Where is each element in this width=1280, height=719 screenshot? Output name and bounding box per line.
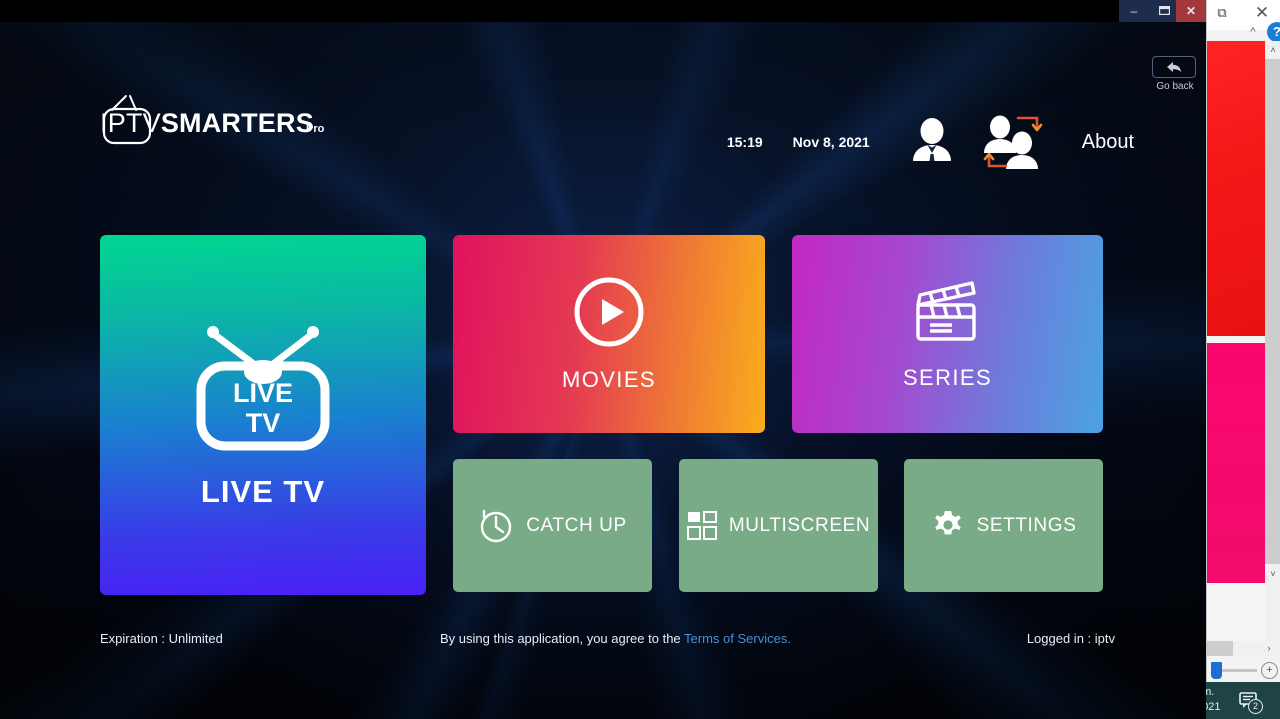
tile-movies[interactable]: MOVIES [453, 235, 765, 433]
user-avatar-icon[interactable] [906, 116, 958, 168]
switch-user-icon[interactable] [980, 114, 1044, 170]
background-window[interactable]: ⧉ ✕ ^ ? ˄ ˅ › + [1206, 0, 1280, 682]
tile-series[interactable]: SERIES [792, 235, 1103, 433]
tile-multiscreen[interactable]: MULTISCREEN [679, 459, 878, 592]
logo-text-part1: IPTV [100, 108, 161, 138]
tile-live-tv[interactable]: LIVE TV LIVE TV [100, 235, 426, 595]
tile-settings[interactable]: SETTINGS [904, 459, 1103, 592]
tv-antenna-icon: LIVE TV [196, 326, 330, 451]
play-circle-icon [574, 277, 644, 347]
notification-badge: 2 [1248, 699, 1263, 714]
app-content: IPTVSMARTERS Pro 15:19 Nov 8, 2021 About… [0, 22, 1206, 719]
clock-date: Nov 8, 2021 [792, 134, 870, 150]
header-bar: 15:19 Nov 8, 2021 About [727, 114, 1134, 170]
terms-prefix: By using this application, you agree to … [440, 631, 685, 646]
iptv-smarters-window: – ✕ IPTVSMARTERS Pro 15:19 Nov 8, 2021 A… [0, 0, 1206, 719]
tile-series-label: SERIES [902, 365, 993, 390]
expiration-status: Expiration : Unlimited [100, 631, 223, 646]
close-button[interactable]: ✕ [1176, 0, 1206, 22]
maximize-button[interactable] [1149, 0, 1179, 22]
background-image-red [1207, 41, 1265, 336]
tile-catch-up[interactable]: CATCH UP [453, 459, 652, 592]
chevron-up-icon[interactable]: ^ [1243, 24, 1263, 40]
close-window-icon[interactable]: ✕ [1249, 2, 1275, 24]
grid-icon [686, 510, 717, 540]
restore-window-icon[interactable]: ⧉ [1211, 3, 1233, 23]
clapperboard-icon [915, 281, 976, 341]
gear-icon [934, 510, 961, 534]
logo-subtitle: Pro [306, 123, 325, 135]
scroll-up-icon[interactable]: ˄ [1265, 41, 1280, 59]
svg-text:TV: TV [246, 408, 281, 438]
clock-icon [481, 509, 512, 542]
screen: ⧉ ✕ ^ ? ˄ ˅ › + . m. 2021 [0, 0, 1280, 719]
vertical-scrollbar[interactable]: ˄ ˅ [1265, 41, 1280, 641]
minimize-button[interactable]: – [1119, 0, 1149, 22]
zoom-in-icon[interactable]: + [1261, 662, 1278, 679]
tile-live-tv-label: LIVE TV [200, 474, 326, 509]
background-image-pink [1207, 343, 1265, 583]
terms-of-services-link[interactable]: Terms of Services. [684, 631, 791, 646]
go-back-button[interactable]: Go back [1152, 56, 1198, 96]
about-link[interactable]: About [1082, 131, 1134, 154]
scroll-right-icon[interactable]: › [1261, 641, 1277, 656]
hscrollbar-thumb[interactable] [1207, 641, 1233, 656]
clock-time: 15:19 [726, 134, 763, 150]
back-arrow-icon[interactable] [1152, 56, 1196, 78]
terms-notice: By using this application, you agree to … [440, 631, 791, 646]
tile-settings-label: SETTINGS [976, 514, 1077, 536]
footer-bar: Expiration : Unlimited By using this app… [0, 626, 1206, 666]
scroll-down-icon[interactable]: ˅ [1265, 565, 1280, 583]
go-back-label: Go back [1156, 81, 1194, 92]
zoom-slider-bar[interactable]: + [1207, 658, 1280, 682]
help-icon[interactable]: ? [1267, 22, 1280, 42]
horizontal-scrollbar[interactable]: › [1207, 641, 1280, 656]
scrollbar-thumb[interactable] [1265, 59, 1280, 564]
app-logo: IPTVSMARTERS Pro [100, 94, 360, 154]
svg-text:LIVE: LIVE [233, 378, 293, 408]
logo-text-part2: SMARTERS [160, 108, 314, 138]
app-titlebar: – ✕ [0, 0, 1206, 22]
tile-catch-up-label: CATCH UP [526, 514, 627, 536]
tile-multiscreen-label: MULTISCREEN [728, 514, 871, 536]
background-window-body: ˄ ˅ [1207, 41, 1280, 641]
logged-in-status: Logged in : iptv [1026, 631, 1115, 646]
zoom-slider-handle[interactable] [1211, 662, 1222, 679]
tile-movies-label: MOVIES [562, 367, 656, 392]
